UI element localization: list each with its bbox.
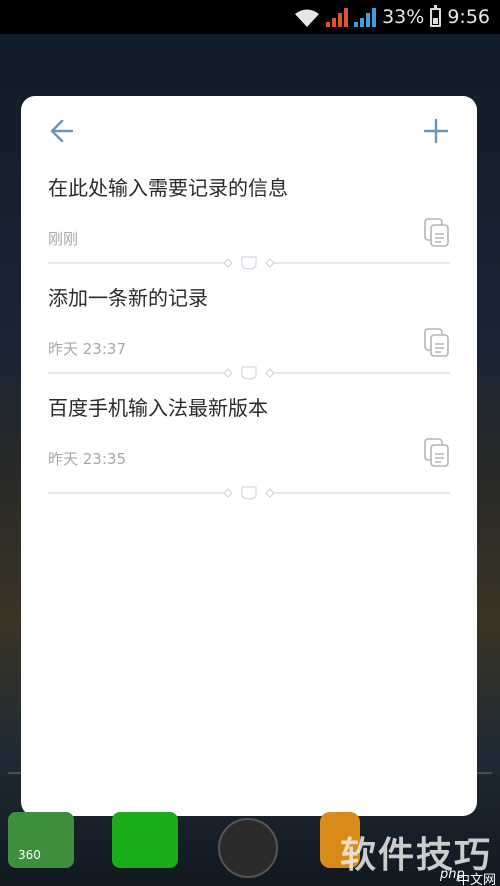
note-time: 昨天 23:35 [48, 450, 126, 468]
note-title: 在此处输入需要记录的信息 [48, 176, 288, 200]
dock-divider [8, 772, 492, 774]
arrow-left-icon [50, 119, 74, 143]
back-button[interactable] [45, 114, 79, 148]
battery-icon [430, 4, 442, 27]
note-divider [48, 256, 450, 270]
signal-sim1-icon [326, 7, 349, 27]
plus-icon [423, 118, 449, 144]
copy-icon[interactable] [424, 438, 450, 468]
note-item[interactable]: 在此处输入需要记录的信息 刚刚 [48, 172, 450, 282]
phone-app-label: 360 [18, 848, 41, 862]
wechat-app-icon[interactable] [112, 812, 178, 868]
signal-sim2-icon [354, 7, 377, 27]
note-title: 添加一条新的记录 [48, 286, 208, 310]
note-divider [48, 366, 450, 380]
clock: 9:56 [447, 6, 490, 28]
wifi-icon [294, 6, 320, 28]
notes-card: 在此处输入需要记录的信息 刚刚 添加一条新的记录 昨天 23:37 百度手机输入… [21, 96, 477, 816]
copy-icon[interactable] [424, 328, 450, 358]
battery-percent: 33% [382, 6, 425, 28]
card-header [21, 96, 477, 166]
add-note-button[interactable] [419, 114, 453, 148]
copy-icon[interactable] [424, 218, 450, 248]
phone-app-icon[interactable]: 360 [8, 812, 74, 868]
note-title: 百度手机输入法最新版本 [48, 396, 268, 420]
note-item[interactable]: 百度手机输入法最新版本 昨天 23:35 [48, 392, 450, 502]
note-time: 刚刚 [48, 230, 79, 248]
note-divider [48, 486, 450, 500]
status-bar: 33% 9:56 [0, 0, 500, 34]
note-time: 昨天 23:37 [48, 340, 126, 358]
app-drawer-icon[interactable] [218, 818, 278, 878]
watermark-php: php [440, 867, 465, 882]
note-item[interactable]: 添加一条新的记录 昨天 23:37 [48, 282, 450, 392]
